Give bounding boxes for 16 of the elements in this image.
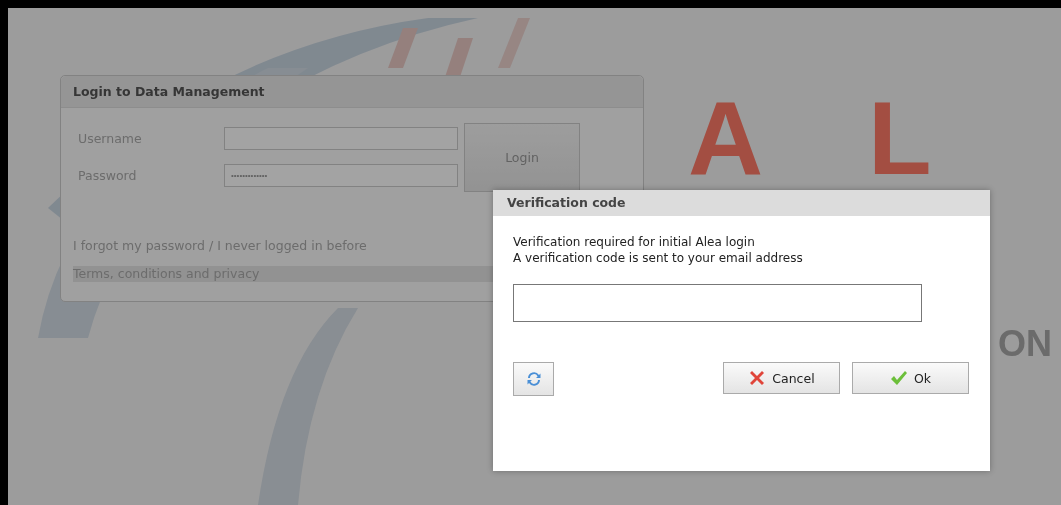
stripe-mark [498, 18, 530, 68]
refresh-button[interactable] [513, 362, 554, 396]
dialog-message: A verification code is sent to your email address [513, 250, 803, 266]
logo-letter: L [868, 86, 932, 190]
close-icon [748, 369, 767, 387]
check-icon [889, 370, 908, 386]
dialog-title: Verification code [493, 190, 990, 216]
username-field[interactable] [224, 127, 458, 150]
dialog-message: Verification required for initial Alea login [513, 234, 755, 250]
ok-button[interactable]: Ok [852, 362, 969, 394]
password-field[interactable]: ••••••••••••• [224, 164, 458, 187]
stripe-mark [388, 28, 418, 68]
cancel-button[interactable]: Cancel [723, 362, 840, 394]
logo-letter: A [688, 86, 764, 190]
panel-title: Login to Data Management [61, 76, 643, 108]
verification-code-field[interactable] [513, 284, 922, 322]
